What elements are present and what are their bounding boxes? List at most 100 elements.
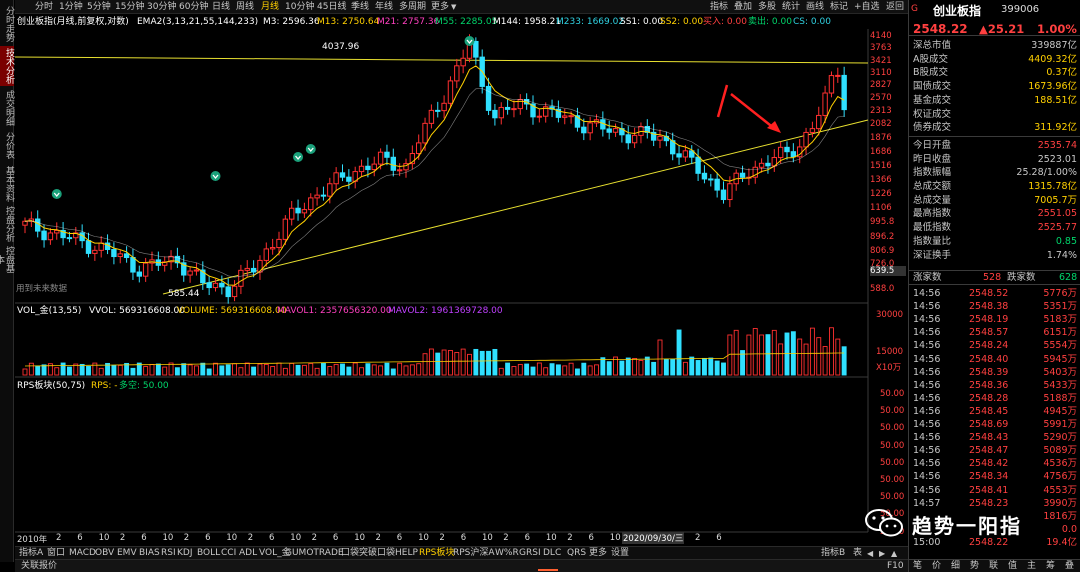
time-tick-label: 6 bbox=[588, 533, 594, 543]
tab-price-table[interactable]: 分价表 bbox=[0, 130, 14, 160]
volume-bar bbox=[206, 368, 212, 376]
rps-tick-label: 50.00 bbox=[880, 423, 905, 434]
time-tick-label: 10 bbox=[226, 533, 238, 543]
period-1min[interactable]: 1分钟 bbox=[59, 1, 83, 13]
panel-footer-tab[interactable]: 联 bbox=[989, 560, 998, 572]
panel-footer-tab[interactable]: 价 bbox=[932, 560, 941, 572]
ema-label[interactable]: EMA2(3,13,21,55,144,233) bbox=[137, 15, 258, 29]
volume-bar bbox=[835, 338, 841, 376]
candle bbox=[689, 145, 695, 165]
tick-price: 2548.38 bbox=[969, 301, 1009, 313]
arrow-shaft bbox=[730, 93, 776, 130]
tool-stats[interactable]: 统计 bbox=[782, 1, 800, 13]
status-left[interactable]: 关联报价 bbox=[21, 560, 57, 572]
candle bbox=[85, 232, 92, 258]
quote-label: 权证成交 bbox=[913, 108, 952, 120]
candle bbox=[257, 255, 263, 280]
period-multi[interactable]: 多周期 bbox=[399, 1, 426, 13]
tick-time: 14:56 bbox=[913, 314, 941, 326]
candle bbox=[289, 200, 295, 226]
period-month[interactable]: 月线 bbox=[261, 1, 279, 13]
stock-price: 2548.22 bbox=[913, 22, 968, 36]
up-count-label: 涨家数 bbox=[913, 272, 942, 283]
period-more[interactable]: 更多 bbox=[431, 1, 449, 13]
volume-bar bbox=[333, 363, 339, 376]
panel-footer-tab[interactable]: 筹 bbox=[1046, 560, 1055, 572]
tab-fundamentals[interactable]: 基本资料 bbox=[0, 164, 14, 204]
candle bbox=[162, 256, 168, 272]
tick-price: 2548.40 bbox=[969, 353, 1009, 365]
candle bbox=[441, 95, 447, 119]
tick-price: 2548.28 bbox=[969, 392, 1009, 404]
panel-footer-tab[interactable]: 细 bbox=[951, 560, 960, 572]
candle bbox=[98, 236, 104, 258]
volume-bar bbox=[676, 329, 682, 376]
tab-technical[interactable]: 技术分析 bbox=[0, 46, 14, 86]
panel-footer-tab[interactable]: 主 bbox=[1027, 560, 1036, 572]
tool-back[interactable]: 返回 bbox=[886, 1, 904, 13]
volume-bar bbox=[651, 361, 657, 376]
tool-add-watch[interactable]: +自选 bbox=[854, 1, 880, 13]
tool-multi[interactable]: 多股 bbox=[758, 1, 776, 13]
panel-footer-tab[interactable]: 笔 bbox=[913, 560, 922, 572]
period-5min[interactable]: 5分钟 bbox=[87, 1, 111, 13]
tab-control-basic[interactable]: 控盘基本 bbox=[0, 244, 14, 274]
candle bbox=[111, 242, 117, 265]
kline-chart[interactable] bbox=[15, 29, 908, 547]
volume-bar bbox=[765, 334, 771, 376]
candle bbox=[644, 119, 650, 139]
candle bbox=[187, 266, 193, 283]
tool-overlay[interactable]: 叠加 bbox=[734, 1, 752, 13]
period-year[interactable]: 年线 bbox=[375, 1, 393, 13]
signal-marker bbox=[293, 152, 304, 162]
period-quarter[interactable]: 季线 bbox=[351, 1, 369, 13]
volume-bar bbox=[670, 358, 676, 376]
vol-title[interactable]: VOL_金(13,55) bbox=[17, 304, 81, 318]
volume-bar bbox=[378, 365, 384, 376]
volume-bar bbox=[174, 367, 180, 376]
volume-bar bbox=[441, 349, 447, 376]
rps-tick-label: 50.00 bbox=[880, 475, 905, 485]
volume-bar bbox=[244, 362, 250, 376]
panel-footer-tab[interactable]: 值 bbox=[1008, 560, 1017, 572]
volume-bar bbox=[295, 364, 301, 376]
candle bbox=[536, 108, 543, 123]
candle bbox=[511, 100, 517, 118]
price-tick-label: 2827 bbox=[870, 80, 892, 90]
rps-title[interactable]: RPS板块(50,75) bbox=[17, 379, 85, 393]
volume-bar bbox=[238, 367, 244, 376]
tab-intraday[interactable]: 分时走势 bbox=[0, 4, 14, 44]
tool-draw[interactable]: 画线 bbox=[806, 1, 824, 13]
candle bbox=[733, 169, 739, 191]
tool-indicator[interactable]: 指标 bbox=[710, 1, 728, 13]
tab-control[interactable]: 控盘分析 bbox=[0, 206, 14, 242]
volume-bar bbox=[308, 362, 314, 376]
tick-time: 14:56 bbox=[913, 301, 941, 313]
volume-bar bbox=[384, 362, 390, 376]
tool-mark[interactable]: 标记 bbox=[830, 1, 848, 13]
period-15min[interactable]: 15分钟 bbox=[115, 1, 144, 13]
panel-footer-tab[interactable]: 势 bbox=[970, 560, 979, 572]
down-count-label: 跌家数 bbox=[1007, 272, 1036, 283]
period-day[interactable]: 日线 bbox=[212, 1, 230, 13]
quote-row: 债券成交 311.92亿 bbox=[913, 121, 1077, 135]
panel-footer-tab[interactable]: 叠 bbox=[1065, 560, 1074, 572]
period-30min[interactable]: 30分钟 bbox=[147, 1, 176, 13]
status-f10[interactable]: F10 bbox=[887, 560, 904, 572]
volume-bar bbox=[778, 343, 784, 376]
time-tick-label: 10 bbox=[482, 533, 493, 543]
quote-value: 2523.01 bbox=[1037, 153, 1077, 165]
period-45day[interactable]: 45日线 bbox=[317, 1, 346, 13]
chevron-down-icon[interactable]: ▼ bbox=[451, 1, 456, 13]
period-intraday[interactable]: 分时 bbox=[35, 1, 53, 13]
volume-bar bbox=[752, 328, 758, 376]
tick-time: 14:56 bbox=[913, 353, 941, 365]
vvol-value: VVOL: 569316608.00 bbox=[89, 306, 185, 316]
candle bbox=[403, 158, 409, 178]
volume-bar bbox=[524, 363, 530, 376]
period-60min[interactable]: 60分钟 bbox=[179, 1, 208, 13]
tab-trades[interactable]: 成交明细 bbox=[0, 88, 14, 128]
period-10min[interactable]: 10分钟 bbox=[285, 1, 314, 13]
period-week[interactable]: 周线 bbox=[236, 1, 254, 13]
candle bbox=[701, 165, 708, 184]
